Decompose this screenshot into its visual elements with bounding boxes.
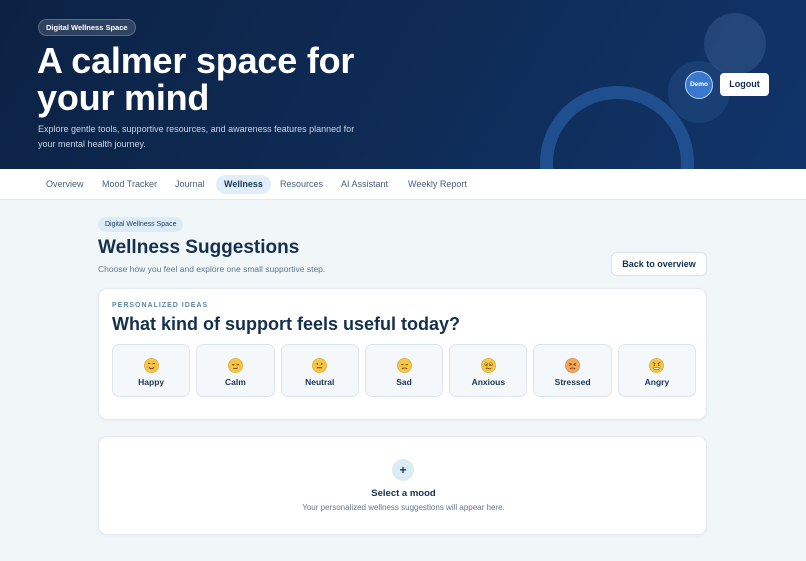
mood-label: Happy xyxy=(138,377,165,387)
mood-label: Neutral xyxy=(305,377,335,387)
logout-button[interactable]: Logout xyxy=(720,73,769,96)
page-badge: Digital Wellness Space xyxy=(98,217,184,232)
mood-label: Calm xyxy=(225,377,246,387)
main-nav: Overview Mood Tracker Journal Wellness R… xyxy=(0,169,806,200)
mood-option-happy[interactable]: Happy xyxy=(112,344,191,397)
mood-options: Happy Calm Neutral Sad Anxious Stressed … xyxy=(112,344,697,397)
tab-mood-tracker[interactable]: Mood Tracker xyxy=(94,175,165,194)
plus-icon: + xyxy=(392,459,414,481)
hero-title: A calmer space for your mind xyxy=(37,40,355,118)
tab-resources[interactable]: Resources xyxy=(272,175,331,194)
mood-option-anxious[interactable]: Anxious xyxy=(449,344,528,397)
tab-overview[interactable]: Overview xyxy=(38,175,92,194)
back-to-overview-button[interactable]: Back to overview xyxy=(611,252,707,276)
suggestions-placeholder-card: + Select a mood Your personalized wellne… xyxy=(98,436,707,535)
hero-badge: Digital Wellness Space xyxy=(38,19,136,36)
tab-weekly-report[interactable]: Weekly Report xyxy=(400,175,475,194)
mood-label: Angry xyxy=(644,377,670,387)
mood-label: Sad xyxy=(396,377,412,387)
mood-selection-card: PERSONALIZED IDEAS What kind of support … xyxy=(98,288,707,420)
neutral-face-icon xyxy=(312,358,328,373)
card-eyebrow: PERSONALIZED IDEAS xyxy=(112,302,209,309)
empty-state-subtitle: Your personalized wellness suggestions w… xyxy=(302,503,505,512)
mood-option-sad[interactable]: Sad xyxy=(364,344,444,397)
mood-option-neutral[interactable]: Neutral xyxy=(280,344,359,397)
hero-subtitle: Explore gentle tools, supportive resourc… xyxy=(38,124,355,149)
empty-state-title: Select a mood xyxy=(371,488,436,499)
page-subtitle: Choose how you feel and explore one smal… xyxy=(98,264,326,274)
card-heading: What kind of support feels useful today? xyxy=(112,314,461,334)
mood-label: Anxious xyxy=(471,377,506,387)
tab-ai-assistant[interactable]: AI Assistant xyxy=(333,175,396,194)
tab-wellness[interactable]: Wellness xyxy=(216,175,271,194)
mood-label: Stressed xyxy=(554,377,591,387)
stressed-face-icon xyxy=(565,358,581,373)
calm-face-icon xyxy=(228,358,243,373)
angry-face-icon xyxy=(649,358,665,373)
mood-option-angry[interactable]: Angry xyxy=(617,344,697,397)
mood-option-stressed[interactable]: Stressed xyxy=(533,344,612,397)
sad-face-icon xyxy=(396,358,412,373)
user-avatar[interactable]: Demo xyxy=(685,71,713,99)
page-title: Wellness Suggestions xyxy=(98,237,300,258)
mood-option-calm[interactable]: Calm xyxy=(196,344,275,397)
hero-banner: Digital Wellness Space A calmer space fo… xyxy=(0,0,806,169)
happy-face-icon xyxy=(143,358,159,373)
anxious-face-icon xyxy=(480,358,496,373)
tab-journal[interactable]: Journal xyxy=(167,175,213,194)
